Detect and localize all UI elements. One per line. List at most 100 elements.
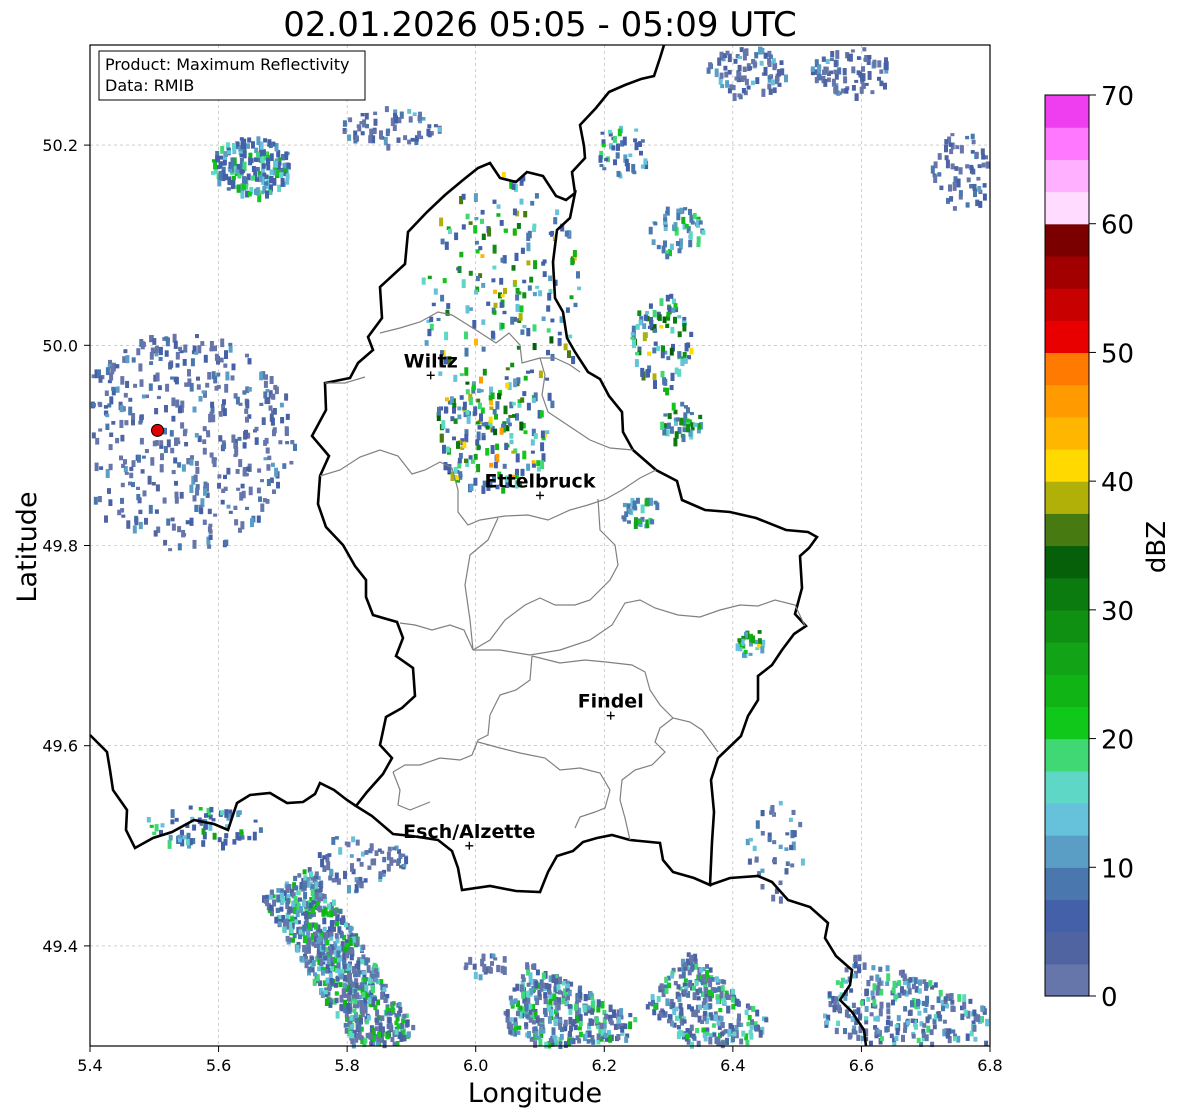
echo-cell — [486, 301, 491, 306]
echo-cell — [760, 831, 765, 836]
echo-cell — [128, 397, 133, 402]
echo-cell — [362, 119, 367, 128]
echo-cell — [679, 1030, 684, 1037]
colorbar-cells — [1045, 95, 1089, 997]
echo-cell — [119, 419, 124, 428]
echo-cell — [612, 135, 617, 143]
echo-cell — [653, 328, 658, 333]
echo-cell — [599, 1022, 604, 1030]
echo-cell — [178, 346, 183, 352]
echo-cell — [563, 343, 568, 351]
echo-cell — [339, 994, 344, 1003]
echo-cell — [892, 980, 897, 988]
echo-cell — [296, 890, 301, 896]
echo-cell — [139, 379, 144, 387]
echo-cell — [660, 351, 665, 359]
echo-cell — [558, 990, 563, 995]
echo-cell — [681, 434, 686, 443]
echo-cell — [223, 838, 228, 846]
y-tick-label: 49.6 — [42, 737, 78, 756]
echo-cell — [479, 413, 483, 422]
echo-cell — [274, 467, 279, 477]
echo-cell — [865, 988, 869, 996]
echo-cell — [306, 877, 311, 882]
echo-cell — [511, 183, 516, 190]
echo-cell — [767, 60, 772, 67]
echo-cell — [652, 373, 657, 380]
colorbar-cell — [1045, 931, 1089, 965]
echo-cell — [731, 1003, 736, 1010]
echo-cell — [530, 439, 535, 446]
echo-cell — [115, 386, 120, 393]
echo-cell — [924, 982, 929, 989]
echo-cell — [867, 55, 872, 60]
echo-cell — [136, 348, 141, 356]
echo-cell — [120, 482, 125, 488]
echo-cell — [932, 1024, 937, 1030]
echo-cell — [519, 984, 524, 993]
echo-cell — [163, 539, 168, 546]
echo-cell — [668, 1014, 672, 1020]
echo-cell — [457, 457, 462, 464]
echo-cell — [682, 316, 687, 321]
echo-cell — [784, 74, 788, 83]
echo-cell — [255, 187, 260, 196]
echo-cell — [349, 953, 354, 961]
echo-cell — [215, 157, 220, 163]
echo-cell — [550, 318, 555, 323]
echo-cell — [456, 441, 460, 449]
echo-cell — [131, 357, 136, 363]
echo-cell — [747, 1005, 752, 1011]
echo-cell — [473, 454, 478, 460]
echo-cell — [647, 351, 652, 356]
echo-cell — [235, 396, 240, 405]
echo-cell — [619, 1008, 624, 1016]
echo-cell — [280, 167, 285, 173]
echo-cell — [357, 970, 362, 975]
echo-cell — [264, 181, 269, 186]
echo-cell — [657, 314, 662, 321]
echo-cell — [384, 106, 389, 113]
echo-cell — [973, 1036, 978, 1042]
echo-cell — [308, 902, 313, 909]
echo-cell — [324, 998, 329, 1007]
echo-cell — [313, 943, 318, 948]
echo-cell — [609, 1020, 614, 1026]
echo-cell — [202, 519, 207, 525]
echo-cell — [982, 183, 987, 188]
echo-cell — [94, 462, 99, 472]
echo-cell — [348, 978, 353, 985]
echo-cell — [758, 1030, 763, 1038]
echo-cell — [689, 1024, 694, 1031]
echo-cell — [272, 408, 277, 415]
echo-cell — [944, 144, 948, 153]
echo-cell — [256, 487, 261, 494]
echo-cell — [465, 389, 470, 395]
echo-cell — [751, 1006, 756, 1013]
echo-cell — [440, 294, 445, 302]
echo-cell — [354, 1017, 359, 1024]
echo-cell — [461, 279, 466, 288]
echo-cell — [939, 185, 944, 191]
echo-cell — [922, 1023, 927, 1028]
echo-cell — [199, 507, 204, 515]
echo-cell — [826, 77, 831, 83]
echo-cell — [717, 57, 722, 66]
echo-cell — [785, 832, 790, 836]
echo-cell — [108, 444, 113, 451]
echo-cell — [355, 839, 360, 846]
echo-cell — [634, 142, 639, 151]
echo-cell — [670, 973, 675, 979]
echo-cell — [511, 450, 516, 454]
echo-cell — [545, 430, 550, 435]
echo-cell — [858, 71, 863, 76]
echo-cell — [128, 406, 133, 416]
echo-cell — [970, 133, 975, 140]
echo-cell — [633, 138, 638, 143]
echo-cell — [360, 851, 365, 857]
echo-cell — [354, 982, 359, 989]
echo-cell — [331, 899, 336, 906]
echo-cell — [125, 380, 130, 388]
echo-cell — [131, 482, 135, 488]
echo-cell — [254, 437, 259, 445]
